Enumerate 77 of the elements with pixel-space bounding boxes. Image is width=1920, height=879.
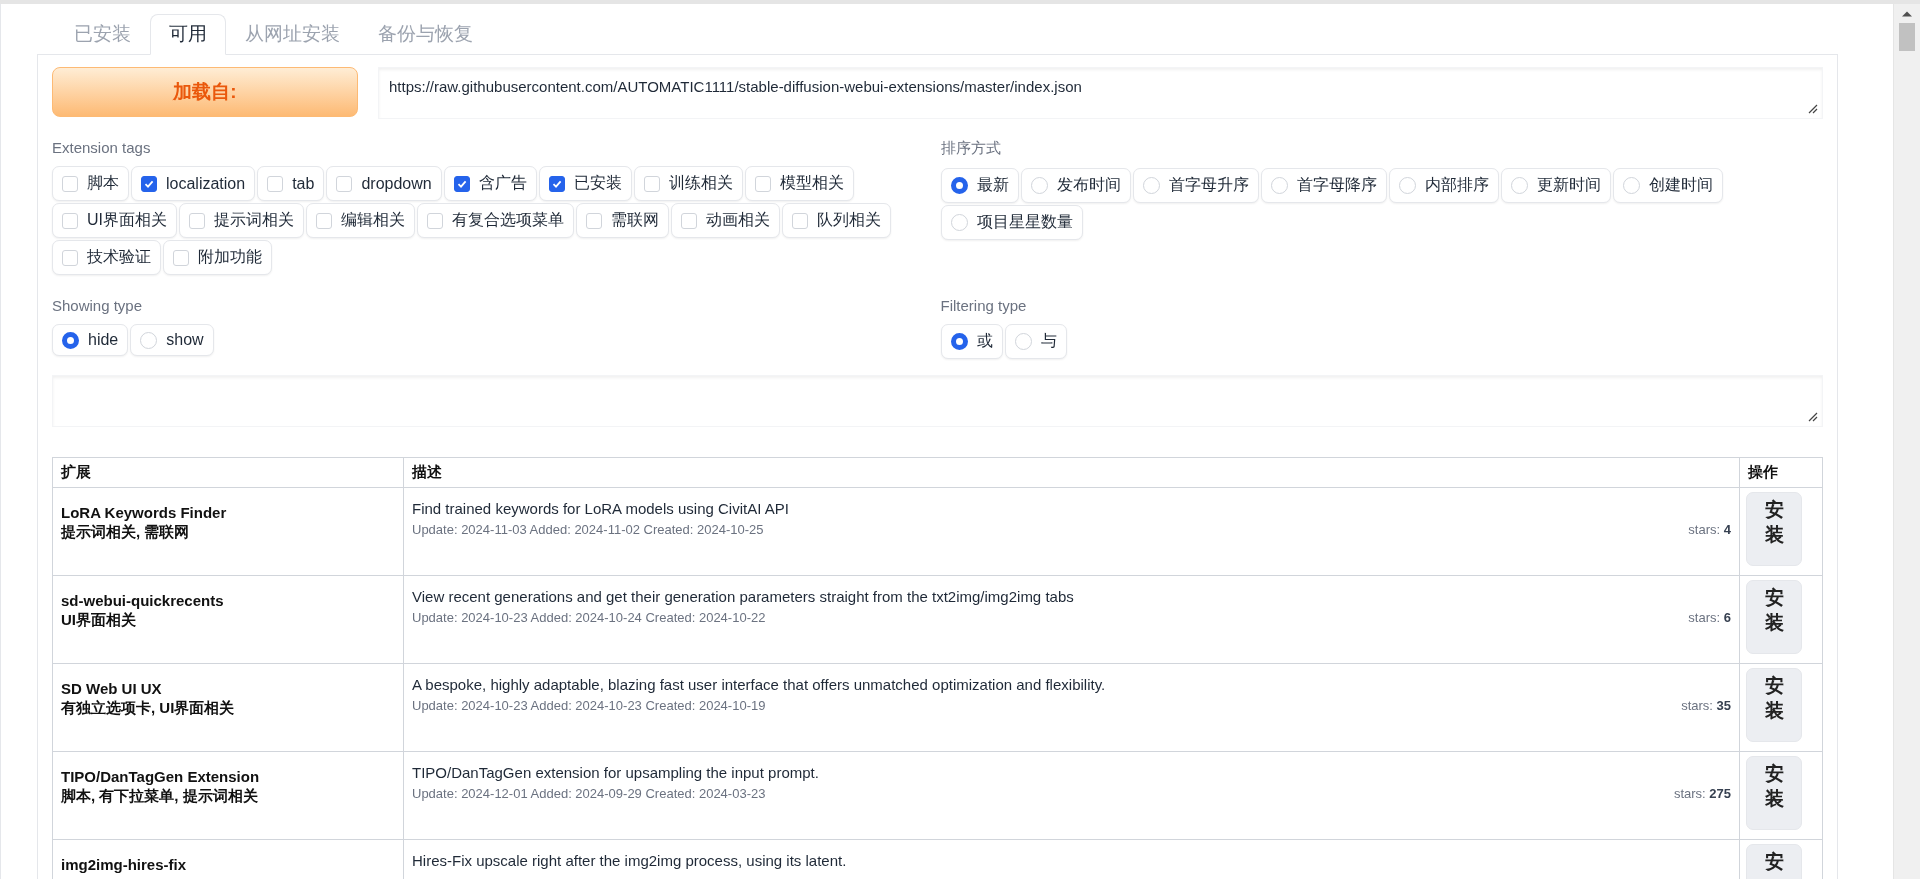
resize-handle-icon: [1808, 104, 1818, 114]
text-area[interactable]: [52, 375, 1823, 427]
extension-name: sd-webui-quickrecents: [61, 592, 225, 609]
group-label: Showing type: [52, 297, 144, 314]
extension-tags: UI界面相关: [61, 611, 395, 630]
radio-option[interactable]: 创建时间: [1612, 168, 1723, 203]
url-field[interactable]: https://raw.githubusercontent.com/AUTOMATIC1111/stable-diffusion-webui-extensions/master/index.json: [378, 67, 1823, 119]
tag-checkbox[interactable]: 含广告: [443, 166, 537, 201]
extension-description: Find trained keywords for LoRA models using CivitAI API: [412, 500, 790, 517]
radio-option[interactable]: 首字母升序: [1132, 168, 1259, 203]
scroll-up-arrow-icon[interactable]: [1902, 11, 1912, 17]
tag-checkbox[interactable]: 需联网: [576, 203, 669, 238]
radio-option[interactable]: 首字母降序: [1260, 168, 1387, 203]
extension-tags: 有独立选项卡, UI界面相关: [61, 699, 395, 718]
install-button[interactable]: 安装: [1746, 580, 1802, 655]
extension-name: SD Web UI UX: [61, 680, 163, 697]
tag-checkbox[interactable]: tab: [257, 166, 325, 201]
install-button[interactable]: 安装: [1746, 492, 1802, 567]
radio-option[interactable]: 最新: [940, 168, 1019, 203]
resize-handle-icon: [1808, 412, 1818, 422]
extension-dates: Update: 2024-10-23 Added: 2024-10-24 Created: 2024-10-22: [412, 610, 766, 625]
star-count: stars: 4: [1688, 522, 1731, 537]
tag-checkbox[interactable]: 附加功能: [163, 240, 272, 275]
column-header: 扩展: [52, 457, 404, 488]
group-label: Filtering type: [940, 297, 1028, 314]
extension-name: img2img-hires-fix: [61, 856, 188, 873]
column-header: 操作: [1739, 457, 1823, 488]
tag-checkbox[interactable]: UI界面相关: [52, 203, 177, 238]
tag-checkbox[interactable]: 训练相关: [633, 166, 743, 201]
column-header: 描述: [403, 457, 1740, 488]
radio-option[interactable]: 发布时间: [1020, 168, 1131, 203]
install-button[interactable]: 安: [1746, 844, 1802, 879]
extension-dates: Update: 2024-10-23 Added: 2024-10-23 Created: 2024-10-19: [412, 698, 766, 713]
radio-button[interactable]: [62, 331, 79, 349]
tag-checkbox[interactable]: 队列相关: [782, 203, 891, 238]
group-label: Extension tags: [52, 139, 152, 156]
star-count: stars: 6: [1688, 610, 1731, 625]
tag-checkbox[interactable]: 已安装: [538, 166, 632, 201]
tag-checkbox[interactable]: 模型相关: [744, 166, 854, 201]
tag-checkbox[interactable]: 有复合选项菜单: [417, 203, 574, 238]
checkbox[interactable]: [548, 175, 565, 192]
tag-checkbox[interactable]: dropdown: [326, 166, 442, 201]
checkbox[interactable]: [141, 175, 157, 192]
extension-dates: Update: 2024-11-03 Added: 2024-11-02 Created: 2024-10-25: [412, 522, 764, 537]
radio-option[interactable]: 内部排序: [1388, 168, 1499, 203]
tag-checkbox[interactable]: 动画相关: [671, 203, 780, 238]
scrollbar[interactable]: [1893, 4, 1920, 879]
extension-tags: 提示词相关, 需联网: [61, 523, 395, 542]
extension-dates: Update: 2024-12-01 Added: 2024-09-29 Created: 2024-03-23: [412, 786, 766, 801]
radio-option[interactable]: hide: [52, 324, 129, 356]
radio-option[interactable]: 或: [940, 324, 1003, 359]
radio-option[interactable]: 更新时间: [1500, 168, 1611, 203]
tag-checkbox[interactable]: 脚本: [52, 166, 129, 201]
group-label: 排序方式: [940, 139, 1002, 158]
extension-description: View recent generations and get their generation parameters straight from the txt2img/img2img tabs: [412, 588, 1075, 605]
star-count: stars: 35: [1681, 698, 1731, 713]
extension-tags: 脚本, 有下拉菜单, 提示词相关: [61, 787, 395, 806]
radio-option[interactable]: 与: [1004, 324, 1067, 359]
tag-checkbox[interactable]: 提示词相关: [179, 203, 304, 238]
scrollbar-thumb[interactable]: [1899, 23, 1915, 51]
radio-button[interactable]: [950, 177, 968, 194]
tag-checkbox[interactable]: 技术验证: [52, 240, 161, 275]
checkbox[interactable]: [453, 175, 470, 192]
tab[interactable]: 可用: [150, 14, 226, 55]
extension-name: LoRA Keywords Finder: [61, 504, 228, 521]
extension-description: A bespoke, highly adaptable, blazing fast user interface that offers unmatched optimization and flexibility.: [412, 676, 1107, 693]
install-button[interactable]: 安装: [1746, 668, 1802, 743]
radio-option[interactable]: 项目星星数量: [940, 205, 1083, 240]
extension-description: TIPO/DanTagGen extension for upsampling the input prompt.: [412, 764, 820, 781]
install-button[interactable]: 安装: [1746, 756, 1802, 831]
extension-description: Hires-Fix upscale right after the img2img process, using its latent.: [412, 852, 848, 869]
radio-button[interactable]: [950, 333, 968, 350]
radio-option[interactable]: show: [130, 324, 214, 356]
star-count: stars: 275: [1673, 786, 1731, 801]
extension-name: TIPO/DanTagGen Extension: [61, 768, 261, 785]
tag-checkbox[interactable]: 编辑相关: [306, 203, 415, 238]
tag-checkbox[interactable]: localization: [131, 166, 256, 201]
